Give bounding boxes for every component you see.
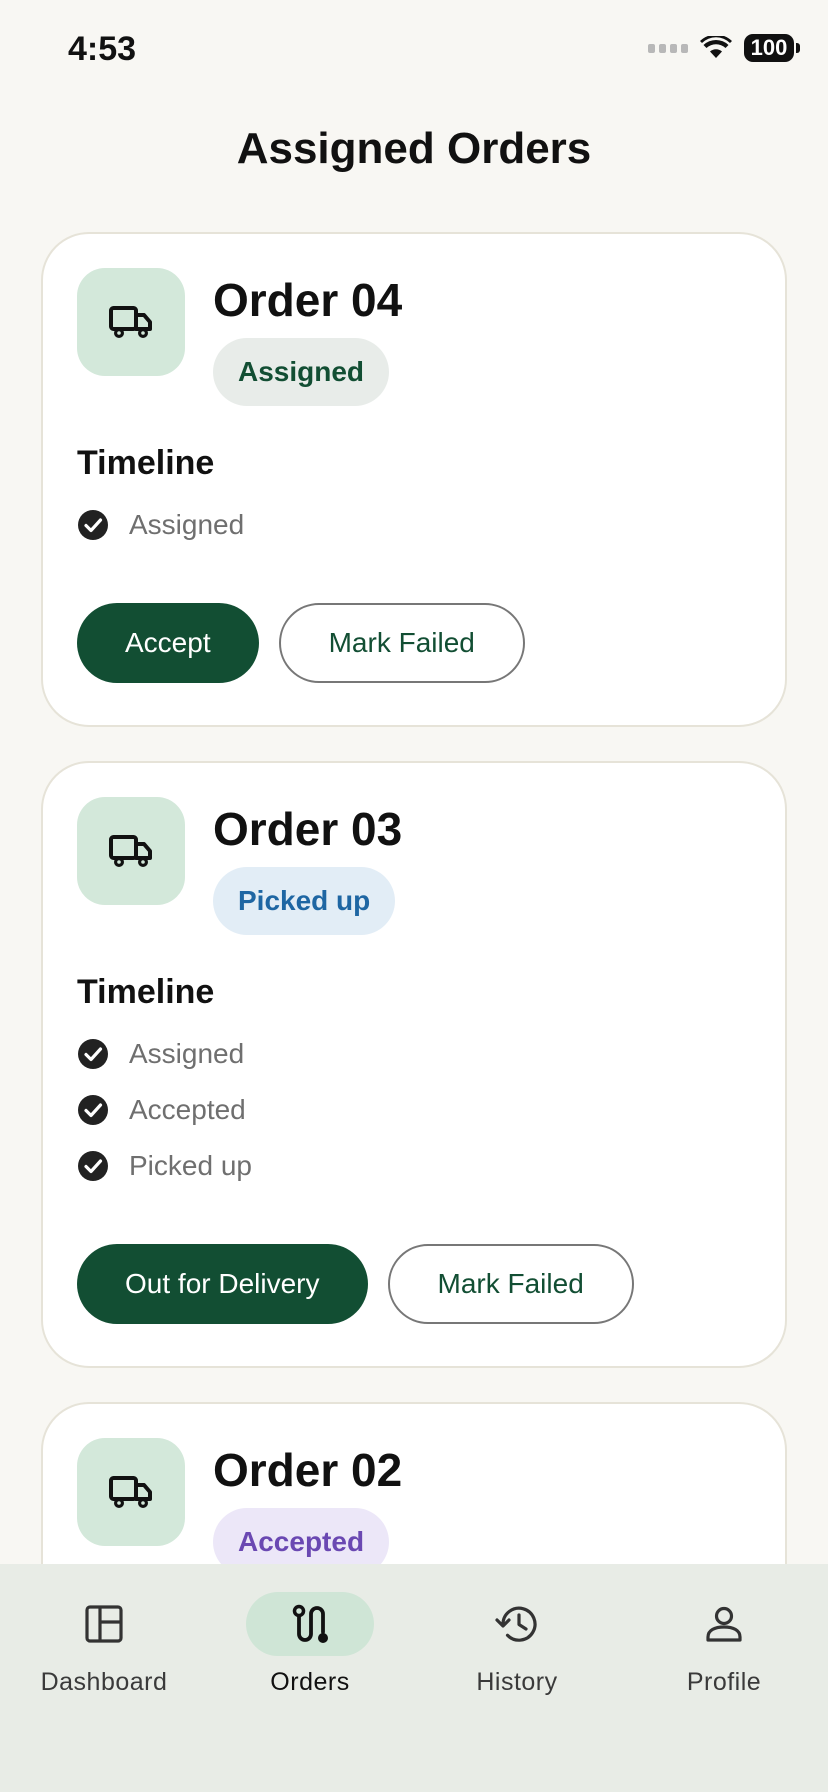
truck-icon xyxy=(109,306,152,338)
timeline-heading: Timeline xyxy=(77,973,215,1011)
timeline-item: Accepted xyxy=(77,1082,751,1138)
nav-item-dashboard[interactable]: Dashboard xyxy=(14,1592,194,1697)
bottom-nav: Dashboard Orders History Profile xyxy=(0,1564,828,1792)
order-card[interactable]: Order 03 Picked up Timeline Assigned Acc… xyxy=(41,761,787,1368)
timeline-heading: Timeline xyxy=(77,444,215,482)
route-icon xyxy=(292,1604,328,1643)
order-tile xyxy=(77,1438,185,1546)
nav-label: Dashboard xyxy=(40,1668,168,1696)
order-header: Order 04 Assigned xyxy=(77,268,751,406)
timeline-label: Accepted xyxy=(129,1094,246,1125)
cellular-signal-icon xyxy=(648,43,688,53)
out-for-delivery-button[interactable]: Out for Delivery xyxy=(77,1244,368,1324)
timeline-label: Assigned xyxy=(129,1038,245,1069)
order-card[interactable]: Order 04 Assigned Timeline Assigned Acce… xyxy=(41,232,787,727)
battery-icon: 100 xyxy=(744,34,800,62)
order-header: Order 03 Picked up xyxy=(77,797,751,935)
timeline-label: Assigned xyxy=(129,509,245,540)
check-circle-icon xyxy=(78,1151,108,1181)
check-circle-icon xyxy=(78,1039,108,1069)
mark-failed-button[interactable]: Mark Failed xyxy=(387,1244,634,1324)
order-tile xyxy=(77,797,185,905)
order-title: Order 02 xyxy=(213,1444,403,1496)
order-title: Order 03 xyxy=(213,803,403,855)
nav-label: Orders xyxy=(270,1668,350,1696)
dashboard-icon xyxy=(85,1605,123,1643)
timeline-label: Picked up xyxy=(129,1150,252,1181)
status-badge: Picked up xyxy=(213,867,396,935)
nav-item-history[interactable]: History xyxy=(427,1592,607,1697)
truck-icon xyxy=(109,835,152,867)
check-circle-icon xyxy=(78,1095,108,1125)
order-header: Order 02 Accepted xyxy=(77,1438,751,1576)
orders-list: Order 04 Assigned Timeline Assigned Acce… xyxy=(41,232,787,1654)
order-actions: Out for Delivery Mark Failed xyxy=(77,1244,751,1324)
mark-failed-button[interactable]: Mark Failed xyxy=(278,603,525,683)
timeline-list: Assigned Accepted Picked up xyxy=(77,1026,751,1194)
status-icons: 100 xyxy=(648,34,800,62)
page-title: Assigned Orders xyxy=(236,124,592,173)
timeline-list: Assigned xyxy=(77,497,751,553)
nav-item-orders[interactable]: Orders xyxy=(220,1592,400,1697)
order-tile xyxy=(77,268,185,376)
nav-label: History xyxy=(476,1668,558,1696)
status-bar: 4:53 100 xyxy=(0,0,828,100)
timeline-item: Picked up xyxy=(77,1138,751,1194)
check-circle-icon xyxy=(78,510,108,540)
order-actions: Accept Mark Failed xyxy=(77,603,751,683)
truck-icon xyxy=(109,1476,152,1508)
timeline-item: Assigned xyxy=(77,497,751,553)
history-icon xyxy=(495,1606,537,1642)
wifi-icon xyxy=(700,36,732,58)
nav-item-profile[interactable]: Profile xyxy=(634,1592,814,1697)
person-icon xyxy=(706,1606,742,1642)
accept-button[interactable]: Accept xyxy=(77,603,259,683)
status-badge: Assigned xyxy=(213,338,390,406)
nav-label: Profile xyxy=(686,1668,762,1696)
order-title: Order 04 xyxy=(213,274,403,326)
status-time: 4:53 xyxy=(68,30,137,68)
timeline-item: Assigned xyxy=(77,1026,751,1082)
